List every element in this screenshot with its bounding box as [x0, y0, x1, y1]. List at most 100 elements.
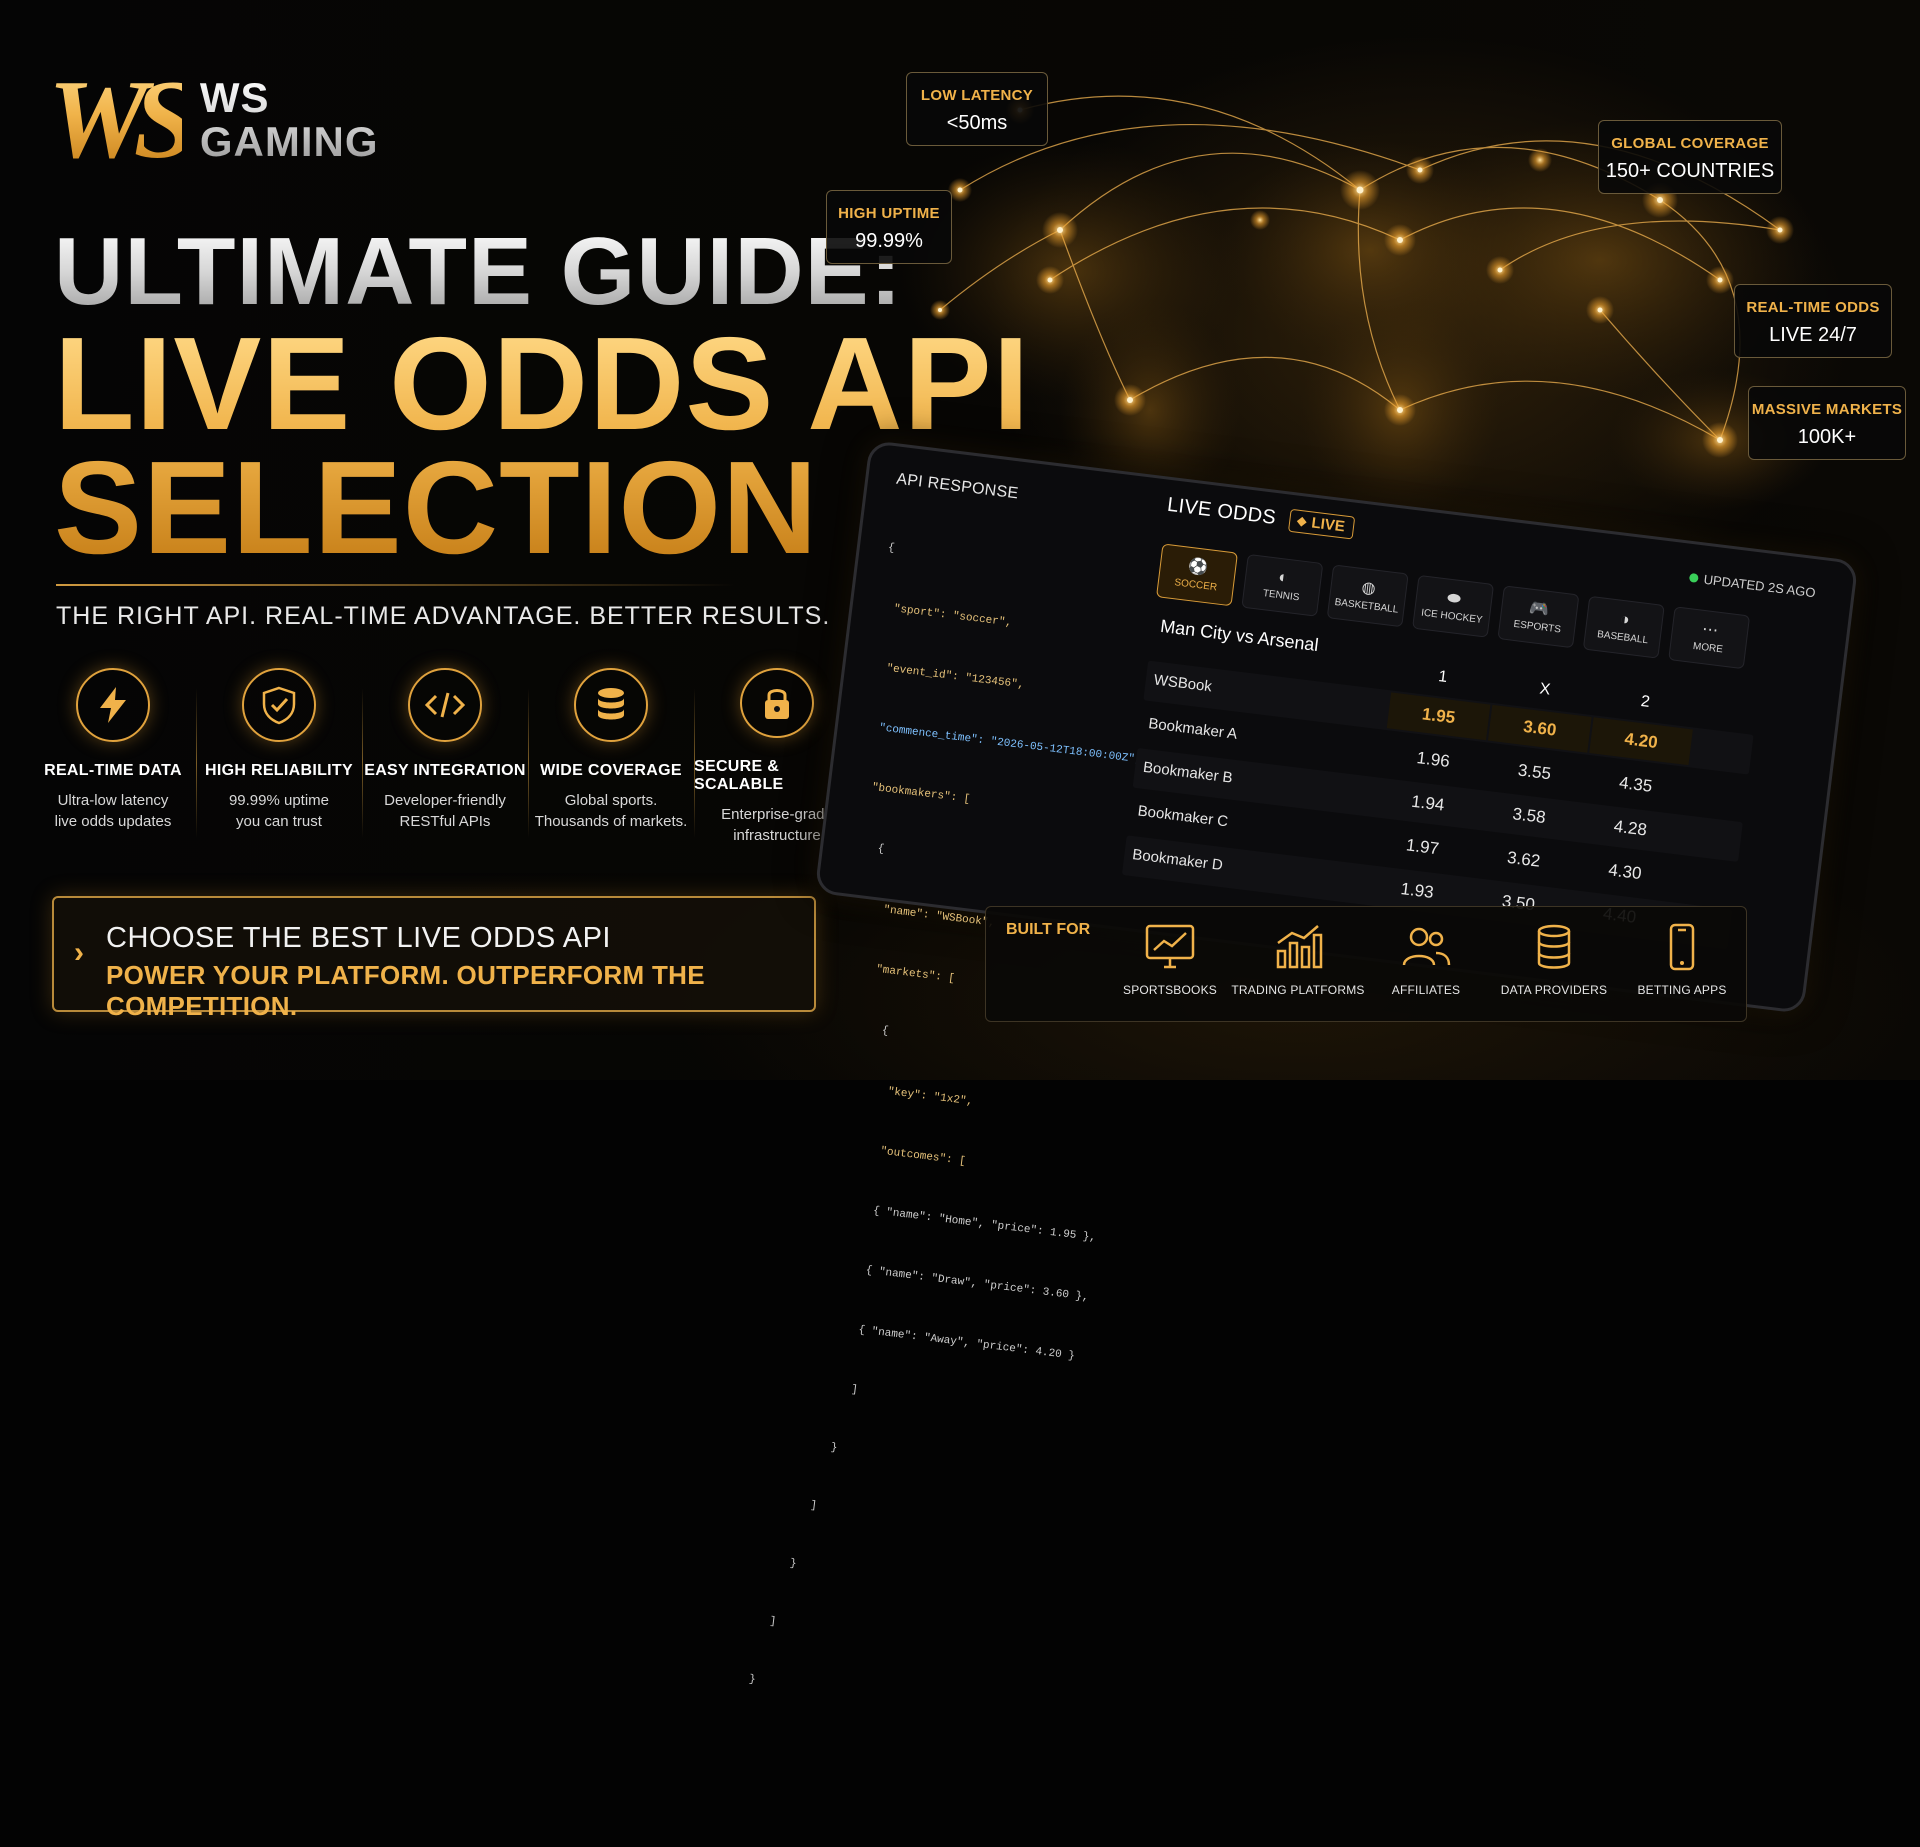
feature-desc: Developer-friendly RESTful APIs	[384, 792, 506, 830]
stat-label: HIGH UPTIME	[838, 205, 940, 222]
built-for-label: TRADING PLATFORMS	[1231, 983, 1365, 997]
built-for-title: BUILT FOR	[1006, 921, 1091, 938]
column-header-home: 1	[1437, 668, 1449, 687]
feature-title: WIDE COVERAGE	[540, 762, 682, 779]
live-diamond-icon	[1297, 516, 1308, 527]
stat-label: GLOBAL COVERAGE	[1611, 135, 1769, 152]
built-for-item-betting-apps[interactable]: BETTING APPS	[1618, 923, 1746, 997]
shield-check-icon	[242, 668, 316, 742]
gamepad-icon: 🎮	[1528, 599, 1551, 619]
feature-list: REAL-TIME DATA Ultra-low latency live odd…	[30, 668, 860, 846]
code-icon	[408, 668, 482, 742]
cta-headline: CHOOSE THE BEST LIVE ODDS API	[106, 922, 611, 954]
database-icon	[1537, 924, 1571, 969]
feature-title: HIGH RELIABILITY	[205, 762, 353, 779]
users-icon	[1402, 927, 1451, 966]
feature-item: EASY INTEGRATION Developer-friendly RESTf…	[362, 668, 528, 846]
odds-cell[interactable]: 4.35	[1584, 761, 1688, 809]
tab-more[interactable]: ⋯ MORE	[1668, 606, 1751, 670]
odds-cell[interactable]: 3.60	[1487, 704, 1592, 753]
built-for-label: DATA PROVIDERS	[1500, 983, 1608, 997]
more-icon: ⋯	[1701, 620, 1720, 640]
stat-massive-markets: MASSIVE MARKETS 100K+	[1748, 386, 1906, 460]
bar-chart-icon	[1276, 925, 1323, 969]
feature-item: REAL-TIME DATA Ultra-low latency live odd…	[30, 668, 196, 846]
built-for-item-affiliates[interactable]: AFFILIATES	[1362, 923, 1490, 997]
stat-label: REAL-TIME ODDS	[1746, 299, 1880, 316]
tennis-ball-icon: ◐	[1277, 568, 1290, 587]
tab-esports[interactable]: 🎮 ESPORTS	[1497, 585, 1580, 649]
odds-cell[interactable]: 3.62	[1472, 836, 1576, 884]
bookmaker-name: Bookmaker C	[1136, 802, 1230, 831]
feature-item: WIDE COVERAGE Global sports. Thousands of…	[528, 668, 694, 846]
feature-title: REAL-TIME DATA	[44, 762, 182, 779]
stat-real-time-odds: REAL-TIME ODDS LIVE 24/7	[1734, 284, 1892, 358]
logo-wordmark: WS GAMING	[200, 76, 379, 164]
stat-value: 99.99%	[855, 230, 923, 252]
feature-desc: Ultra-low latency live odds updates	[54, 792, 172, 830]
odds-cell[interactable]: 4.30	[1573, 848, 1677, 896]
odds-cell[interactable]: 1.95	[1386, 692, 1491, 741]
built-for-label: BETTING APPS	[1637, 983, 1727, 997]
live-badge: LIVE	[1288, 508, 1356, 540]
built-for-item-trading-platforms[interactable]: TRADING PLATFORMS	[1231, 923, 1365, 997]
stat-value: LIVE 24/7	[1769, 324, 1857, 346]
chevron-right-icon: ›	[74, 936, 84, 969]
built-for-item-data-providers[interactable]: DATA PROVIDERS	[1490, 923, 1618, 997]
tagline: THE RIGHT API. REAL-TIME ADVANTAGE. BETT…	[56, 602, 831, 630]
headline-line-1: ULTIMATE GUIDE:	[54, 218, 903, 325]
lightning-icon	[76, 668, 150, 742]
hockey-puck-icon: ⬬	[1446, 589, 1462, 608]
feature-desc: 99.99% uptime you can trust	[228, 792, 330, 830]
headline-divider	[56, 584, 736, 586]
logo-mark: WS	[48, 58, 196, 182]
built-for-item-sportsbooks[interactable]: SPORTSBOOKS	[1106, 923, 1234, 997]
tab-tennis[interactable]: ◐ TENNIS	[1241, 553, 1324, 617]
stat-high-uptime: HIGH UPTIME 99.99%	[826, 190, 952, 264]
tab-ice-hockey[interactable]: ⬬ ICE HOCKEY	[1412, 574, 1495, 638]
tab-baseball[interactable]: ◑ BASEBALL	[1582, 595, 1665, 659]
baseball-icon: ◑	[1618, 610, 1631, 629]
lock-icon	[740, 668, 814, 738]
live-odds-title: LIVE ODDS	[1165, 493, 1278, 529]
feature-item: HIGH RELIABILITY 99.99% uptime you can tr…	[196, 668, 362, 846]
stat-value: 100K+	[1797, 426, 1857, 448]
odds-cell[interactable]: 4.20	[1589, 717, 1693, 766]
feature-desc: Global sports. Thousands of markets.	[534, 792, 688, 830]
feature-desc: Enterprise-grade infrastructure	[721, 806, 833, 844]
cta-banner[interactable]: › CHOOSE THE BEST LIVE ODDS API POWER YO…	[52, 896, 816, 1021]
logo-line-1: WS	[199, 74, 270, 121]
feature-title: EASY INTEGRATION	[364, 762, 526, 779]
column-header-away: 2	[1639, 692, 1651, 711]
bookmaker-name: Bookmaker A	[1147, 715, 1239, 743]
built-for-list: SPORTSBOOKS TRADING PLATFORMS AFFILIATES…	[1106, 923, 1746, 997]
stat-value: <50ms	[946, 112, 1008, 134]
built-for-panel: BUILT FOR SPORTSBOOKS TRADING PLATFORMS …	[985, 906, 1747, 1022]
stat-label: LOW LATENCY	[920, 87, 1034, 104]
logo-line-2: GAMING	[199, 118, 379, 165]
odds-cell[interactable]: 3.58	[1477, 792, 1581, 840]
odds-cell[interactable]: 4.28	[1578, 805, 1682, 853]
brand-logo[interactable]: WS WS GAMING	[48, 64, 379, 176]
stat-global-coverage: GLOBAL COVERAGE 150+ COUNTRIES	[1598, 120, 1782, 194]
cta-subline: POWER YOUR PLATFORM. OUTPERFORM THE COMP…	[106, 960, 705, 1021]
odds-cell[interactable]: 1.97	[1371, 823, 1475, 871]
column-header-draw: X	[1538, 680, 1552, 699]
stat-label: MASSIVE MARKETS	[1751, 401, 1903, 418]
stat-value: 150+ COUNTRIES	[1605, 160, 1775, 182]
smartphone-icon	[1669, 923, 1695, 971]
built-for-label: SPORTSBOOKS	[1122, 983, 1217, 997]
built-for-label: AFFILIATES	[1391, 983, 1461, 997]
tab-basketball[interactable]: ◍ BASKETBALL	[1326, 564, 1409, 628]
monitor-chart-icon	[1145, 924, 1195, 969]
tab-soccer[interactable]: ⚽ SOCCER	[1155, 543, 1239, 607]
soccer-ball-icon: ⚽	[1187, 557, 1209, 577]
database-icon	[574, 668, 648, 742]
stat-low-latency: LOW LATENCY <50ms	[906, 72, 1048, 146]
status-dot-icon	[1688, 572, 1699, 583]
odds-cell[interactable]: 1.94	[1376, 780, 1480, 828]
odds-cell[interactable]: 1.96	[1381, 736, 1485, 784]
match-title: Man City vs Arsenal	[1159, 615, 1320, 656]
odds-cell[interactable]: 3.55	[1483, 748, 1587, 796]
basketball-icon: ◍	[1360, 578, 1377, 598]
